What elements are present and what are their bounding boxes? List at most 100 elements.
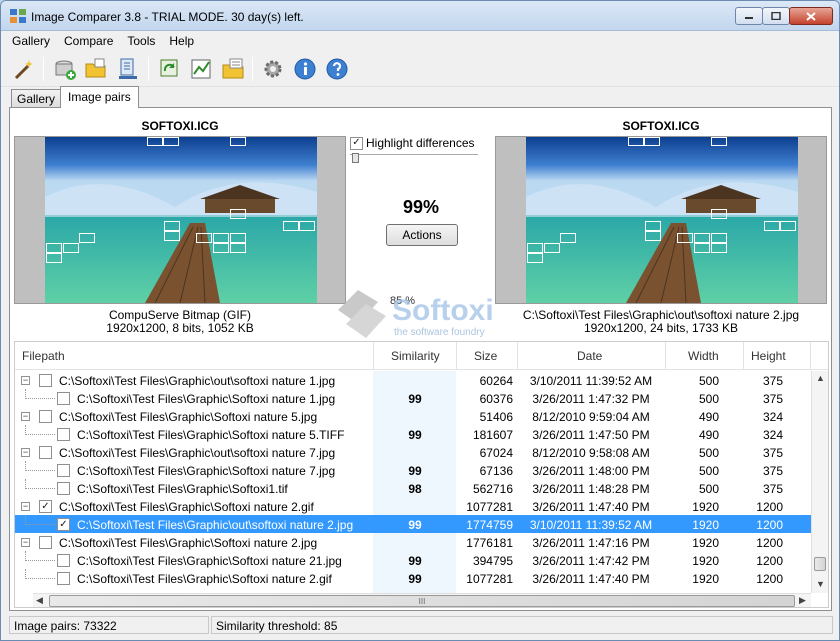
add-disk-icon: [55, 60, 76, 80]
info-button[interactable]: [290, 54, 320, 84]
cell-date: 8/12/2010 9:58:08 AM: [532, 446, 650, 460]
row-checkbox[interactable]: [39, 446, 52, 459]
row-checkbox[interactable]: [39, 410, 52, 423]
cell-filepath: C:\Softoxi\Test Files\Graphic\Softoxi na…: [77, 554, 342, 568]
column-height[interactable]: Height: [751, 349, 786, 363]
minimize-button[interactable]: [735, 7, 763, 25]
tree-expander-icon[interactable]: −: [21, 376, 30, 385]
highlight-slider[interactable]: [350, 153, 478, 163]
chart-button[interactable]: [186, 54, 216, 84]
column-date[interactable]: Date: [577, 349, 602, 363]
tab-gallery[interactable]: Gallery: [11, 89, 62, 108]
row-checkbox[interactable]: [39, 374, 52, 387]
toolbar: [1, 51, 839, 87]
scroll-up-icon[interactable]: ▲: [816, 373, 825, 383]
column-width[interactable]: Width: [688, 349, 719, 363]
add-disk-button[interactable]: [50, 54, 80, 84]
cell-height: 1200: [756, 572, 783, 586]
menu-help[interactable]: Help: [162, 31, 201, 51]
row-checkbox[interactable]: ✓: [39, 500, 52, 513]
cell-width: 500: [698, 446, 719, 460]
table-row[interactable]: C:\Softoxi\Test Files\Graphic\Softoxi na…: [15, 425, 811, 443]
scroll-right-icon[interactable]: ▶: [799, 595, 806, 606]
vertical-scroll-thumb[interactable]: [814, 557, 826, 571]
cell-width: 500: [698, 464, 719, 478]
cell-filepath: C:\Softoxi\Test Files\Graphic\Softoxi1.t…: [77, 482, 288, 496]
title-bar[interactable]: Image Comparer 3.8 - TRIAL MODE. 30 day(…: [1, 1, 839, 31]
vertical-scrollbar[interactable]: ▲ ▼: [811, 371, 828, 593]
cell-date: 3/26/2011 1:48:28 PM: [532, 482, 650, 496]
diff-marker: [79, 233, 95, 243]
row-checkbox[interactable]: [57, 392, 70, 405]
scroll-down-icon[interactable]: ▼: [816, 579, 825, 589]
horizontal-scroll-thumb[interactable]: III: [49, 595, 795, 607]
table-row[interactable]: C:\Softoxi\Test Files\Graphic\Softoxi na…: [15, 551, 811, 569]
diff-marker: [196, 233, 212, 243]
right-image-preview[interactable]: [495, 136, 827, 304]
slider-thumb[interactable]: [352, 153, 359, 163]
menu-tools[interactable]: Tools: [120, 31, 162, 51]
tree-expander-icon[interactable]: −: [21, 538, 30, 547]
row-checkbox[interactable]: [57, 572, 70, 585]
table-row[interactable]: ✓ C:\Softoxi\Test Files\Graphic\out\softo…: [15, 515, 811, 533]
tree-expander-icon[interactable]: −: [21, 502, 30, 511]
cell-height: 324: [762, 410, 783, 424]
cell-date: 3/26/2011 1:47:42 PM: [532, 554, 650, 568]
cell-date: 3/26/2011 1:47:40 PM: [532, 572, 650, 586]
diff-marker: [46, 253, 62, 263]
table-row[interactable]: − C:\Softoxi\Test Files\Graphic\Softoxi n…: [15, 407, 811, 425]
cell-width: 500: [698, 482, 719, 496]
horizontal-scrollbar[interactable]: ◀ III ▶: [33, 593, 811, 607]
cell-similarity: 99: [408, 392, 422, 406]
column-size[interactable]: Size: [474, 349, 497, 363]
highlight-differences-checkbox[interactable]: ✓ Highlight differences: [350, 136, 490, 150]
cell-height: 375: [762, 374, 783, 388]
tree-expander-icon[interactable]: −: [21, 412, 30, 421]
table-row[interactable]: − ✓ C:\Softoxi\Test Files\Graphic\Softoxi …: [15, 497, 811, 515]
left-photo-scene: [45, 137, 317, 303]
diff-marker: [711, 233, 727, 243]
row-checkbox[interactable]: [57, 464, 70, 477]
table-row[interactable]: C:\Softoxi\Test Files\Graphic\Softoxi na…: [15, 389, 811, 407]
wizard-button[interactable]: [9, 54, 39, 84]
row-checkbox[interactable]: ✓: [57, 518, 70, 531]
scroll-left-icon[interactable]: ◀: [36, 595, 43, 606]
diff-marker: [46, 243, 62, 253]
tab-image-pairs[interactable]: Image pairs: [60, 86, 139, 108]
close-button[interactable]: [789, 7, 833, 25]
menu-compare[interactable]: Compare: [57, 31, 120, 51]
cell-date: 3/26/2011 1:47:50 PM: [532, 428, 650, 442]
help-button[interactable]: [322, 54, 352, 84]
row-checkbox[interactable]: [39, 536, 52, 549]
folder-list-button[interactable]: [218, 54, 248, 84]
cell-size: 60376: [479, 392, 513, 406]
table-row[interactable]: − C:\Softoxi\Test Files\Graphic\out\softo…: [15, 371, 811, 389]
cell-similarity: 99: [408, 428, 422, 442]
table-row[interactable]: C:\Softoxi\Test Files\Graphic\Softoxi na…: [15, 461, 811, 479]
column-similarity[interactable]: Similarity: [391, 349, 440, 363]
row-checkbox[interactable]: [57, 482, 70, 495]
tree-expander-icon[interactable]: −: [21, 448, 30, 457]
diff-marker: [230, 233, 246, 243]
maximize-button[interactable]: [762, 7, 790, 25]
menu-bar: Gallery Compare Tools Help: [1, 31, 839, 51]
right-image-name: SOFTOXI.ICG: [622, 119, 700, 133]
cell-filepath: C:\Softoxi\Test Files\Graphic\Softoxi na…: [77, 572, 332, 586]
settings-button[interactable]: [258, 54, 288, 84]
table-row[interactable]: − C:\Softoxi\Test Files\Graphic\out\softo…: [15, 443, 811, 461]
column-filepath[interactable]: Filepath: [22, 349, 65, 363]
refresh-compare-button[interactable]: [155, 54, 185, 84]
table-row[interactable]: C:\Softoxi\Test Files\Graphic\Softoxi1.t…: [15, 479, 811, 497]
row-checkbox[interactable]: [57, 554, 70, 567]
row-checkbox[interactable]: [57, 428, 70, 441]
table-row[interactable]: C:\Softoxi\Test Files\Graphic\Softoxi na…: [15, 569, 811, 587]
checkbox-box[interactable]: ✓: [350, 136, 363, 150]
menu-gallery[interactable]: Gallery: [5, 31, 57, 51]
actions-button[interactable]: Actions: [386, 224, 458, 246]
status-image-pairs: Image pairs: 73322: [9, 616, 209, 634]
left-image-preview[interactable]: [14, 136, 346, 304]
scan-button[interactable]: [113, 54, 143, 84]
open-folder-button[interactable]: [81, 54, 111, 84]
table-row[interactable]: − C:\Softoxi\Test Files\Graphic\Softoxi n…: [15, 533, 811, 551]
cell-filepath: C:\Softoxi\Test Files\Graphic\Softoxi na…: [59, 536, 318, 550]
